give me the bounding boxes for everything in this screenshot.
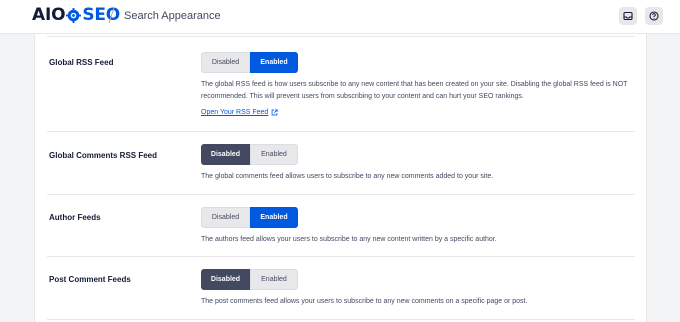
enabled-option[interactable]: Enabled <box>250 269 298 290</box>
setting-description: The post comments feed allows your users… <box>201 296 527 308</box>
rss-settings-card: Global RSS Feed Disabled Enabled The glo… <box>34 34 647 322</box>
page-title: Search Appearance <box>124 10 221 22</box>
global-rss-feed-toggle: Disabled Enabled <box>201 52 298 73</box>
disabled-option[interactable]: Disabled <box>201 52 250 73</box>
setting-description: The global RSS feed is how users subscri… <box>201 79 627 103</box>
top-bar: AIO SEO Search Appearance <box>0 0 680 34</box>
external-link-icon <box>271 109 278 116</box>
post-comment-feeds-toggle: Disabled Enabled <box>201 269 298 290</box>
description-line: The post comments feed allows your users… <box>201 298 528 305</box>
global-comments-rss-toggle: Disabled Enabled <box>201 144 298 165</box>
disabled-option[interactable]: Disabled <box>201 207 250 228</box>
enabled-option[interactable]: Enabled <box>250 207 298 228</box>
setting-label: Global RSS Feed <box>49 58 114 67</box>
logo-prefix: AIO <box>32 5 66 25</box>
setting-label: Author Feeds <box>49 213 101 222</box>
enabled-option[interactable]: Enabled <box>250 144 298 165</box>
author-feeds-toggle: Disabled Enabled <box>201 207 298 228</box>
notifications-button[interactable] <box>619 7 637 25</box>
description-line: The global comments feed allows users to… <box>201 173 494 180</box>
enabled-option[interactable]: Enabled <box>250 52 298 73</box>
setting-description: The global comments feed allows users to… <box>201 171 493 183</box>
row-divider <box>47 131 635 132</box>
disabled-option[interactable]: Disabled <box>201 269 250 290</box>
row-divider <box>47 36 635 37</box>
link-label: Open Your RSS Feed <box>201 109 269 116</box>
setting-description: The authors feed allows your users to su… <box>201 234 497 246</box>
setting-label: Post Comment Feeds <box>49 275 131 284</box>
row-divider <box>47 319 635 320</box>
aioseo-logo: AIO SEO <box>32 5 120 25</box>
logo-gear-icon <box>66 7 82 23</box>
row-divider <box>47 194 635 195</box>
description-line: The authors feed allows your users to su… <box>201 236 497 243</box>
disabled-option[interactable]: Disabled <box>201 144 250 165</box>
help-button[interactable] <box>645 7 663 25</box>
description-line: The global RSS feed is how users subscri… <box>201 81 628 88</box>
description-line: recommended. This will prevent users fro… <box>201 93 524 100</box>
inbox-icon <box>623 11 633 21</box>
help-icon <box>649 11 659 21</box>
open-rss-feed-link[interactable]: Open Your RSS Feed <box>201 109 278 116</box>
setting-label: Global Comments RSS Feed <box>49 151 158 160</box>
row-divider <box>47 256 635 257</box>
